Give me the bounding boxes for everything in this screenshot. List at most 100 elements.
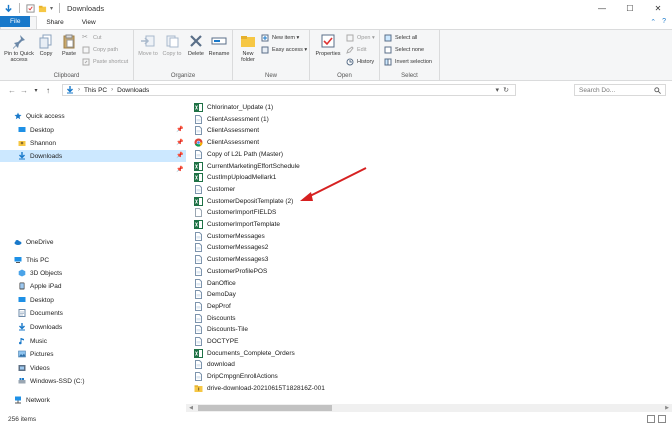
paste-shortcut-button[interactable]: Paste shortcut [82,57,128,67]
down-arrow-icon[interactable] [4,4,13,13]
collapse-ribbon-icon[interactable]: ⌃ [650,18,656,26]
refresh-icon[interactable]: ↻ [503,86,509,94]
forward-arrow-icon[interactable]: → [18,86,30,95]
clipboard-icon [63,34,75,49]
select-none-button[interactable]: Select none [384,45,432,55]
tab-view[interactable]: View [73,16,105,29]
nav-item-documents[interactable]: Documents [18,307,63,319]
file-row[interactable]: CustomerDepositTemplate (2) [194,196,293,207]
new-folder-icon[interactable] [38,4,47,13]
pin-icon[interactable]: 📌 [176,126,183,133]
scroll-right-icon[interactable]: ▶ [662,404,672,412]
file-row[interactable]: DepProf [194,301,231,312]
cut-button[interactable]: ✂ Cut [82,33,128,43]
properties-button[interactable]: Properties [313,33,343,57]
file-row[interactable]: CurrentMarketingEffortSchedule [194,161,300,172]
pin-icon[interactable]: 📌 [176,166,183,173]
tab-file[interactable]: File [0,16,31,27]
invert-selection-button[interactable]: Invert selection [384,57,432,67]
file-row[interactable]: CustomerMessages2 [194,242,268,253]
nav-item-label: Desktop [30,296,54,304]
new-item-button[interactable]: New item ▾ [261,33,307,43]
rename-button[interactable]: Rename [208,33,230,57]
up-arrow-icon[interactable]: ↑ [42,86,54,95]
tab-share[interactable]: Share [37,16,72,29]
file-row[interactable]: CustomerMessages3 [194,254,268,265]
delete-button[interactable]: Delete [186,33,206,57]
breadcrumb-chevron-icon[interactable]: › [111,87,113,93]
scroll-left-icon[interactable]: ◀ [186,404,196,412]
file-row[interactable]: Documents_Complete_Orders [194,348,295,359]
nav-item-desktop[interactable]: Desktop [18,124,186,136]
copy-to-button[interactable]: Copy to [162,33,182,57]
nav-item-windows-ssd[interactable]: Windows-SSD (C:) [18,375,85,387]
paste-button[interactable]: Paste [59,33,79,57]
nav-item-shannon[interactable]: Shannon [18,137,186,149]
search-input[interactable]: Search Do... [574,84,666,96]
file-row[interactable]: CustomerImportTemplate [194,219,280,230]
large-icons-view-icon[interactable] [658,415,666,423]
select-all-button[interactable]: Select all [384,33,432,43]
file-row[interactable]: DanOffice [194,278,236,289]
file-row[interactable]: CustomerMessages [194,231,265,242]
easy-access-button[interactable]: Easy access ▾ [261,45,307,55]
file-row[interactable]: Copy of L2L Path (Master) [194,149,283,160]
pin-icon[interactable]: 📌 [176,139,183,146]
file-row[interactable]: download [194,359,235,370]
nav-item-music[interactable]: Music [18,335,47,347]
copy-button[interactable]: Copy [37,33,55,57]
file-row[interactable]: CustomerProfilePOS [194,266,267,277]
recent-locations-icon[interactable]: ▾ [30,87,42,94]
file-row[interactable]: DripCmpgnEnrollActions [194,371,278,382]
nav-quick-access[interactable]: Quick access [14,110,65,122]
horizontal-scrollbar[interactable]: ◀ ▶ [186,404,672,412]
customize-toolbar-icon[interactable]: ▾ [50,5,53,12]
nav-network[interactable]: Network [14,394,50,406]
nav-onedrive[interactable]: OneDrive [14,236,53,248]
back-arrow-icon[interactable]: ← [6,86,18,95]
file-row[interactable]: ClientAssessment [194,137,259,148]
file-row[interactable]: Customer [194,184,235,195]
breadcrumb-this-pc[interactable]: This PC [84,87,107,94]
open-button[interactable]: Open ▾ [346,33,375,43]
dropdown-icon[interactable]: ▾ [495,86,499,94]
maximize-button[interactable]: ☐ [616,0,644,16]
nav-item-desktop-pc[interactable]: Desktop [18,294,54,306]
breadcrumb-downloads[interactable]: Downloads [117,87,149,94]
nav-this-pc[interactable]: This PC [14,254,49,266]
move-to-button[interactable]: Move to [138,33,158,57]
file-row[interactable]: CustImpUploadMellark1 [194,172,276,183]
history-button[interactable]: History [346,57,375,67]
nav-item-videos[interactable]: Videos [18,362,50,374]
copy-path-button[interactable]: Copy path [82,45,128,55]
nav-item-downloads-pc[interactable]: Downloads [18,321,62,333]
nav-item-pictures[interactable]: Pictures [18,348,53,360]
delete-label: Delete [188,51,204,57]
copy-icon [39,34,52,49]
help-icon[interactable]: ? [662,18,666,26]
file-row[interactable]: drive-download-20210615T182816Z-001 [194,383,325,394]
address-bar[interactable]: › This PC › Downloads ▾ ↻ [62,84,516,96]
file-row[interactable]: Discounts-Tile [194,324,248,335]
scrollbar-thumb[interactable] [198,405,332,411]
nav-item-3d-objects[interactable]: 3D Objects [18,267,62,279]
properties-icon[interactable] [26,3,35,13]
close-button[interactable]: ✕ [644,0,672,16]
breadcrumb-chevron-icon[interactable]: › [78,87,80,93]
pin-icon[interactable]: 📌 [176,152,183,159]
nav-item-downloads-quick[interactable]: Downloads [0,150,186,162]
file-row[interactable]: ClientAssessment [194,125,259,136]
file-row[interactable]: Chlorinator_Update (1) [194,102,273,113]
file-row[interactable]: Discounts [194,313,236,324]
pin-quick-access-button[interactable]: Pin to Quick access [3,33,35,63]
nav-item-label: 3D Objects [30,269,63,277]
new-folder-button[interactable]: New folder [237,33,259,63]
nav-item-apple-ipad[interactable]: Apple iPad [18,280,61,292]
file-row[interactable]: CustomerImportFIELDS [194,207,276,218]
file-row[interactable]: DOCTYPE [194,336,238,347]
file-row[interactable]: ClientAssessment (1) [194,114,269,125]
file-row[interactable]: DemoDay [194,289,236,300]
details-view-icon[interactable] [647,415,655,423]
minimize-button[interactable]: — [588,0,616,16]
edit-button[interactable]: Edit [346,45,375,55]
